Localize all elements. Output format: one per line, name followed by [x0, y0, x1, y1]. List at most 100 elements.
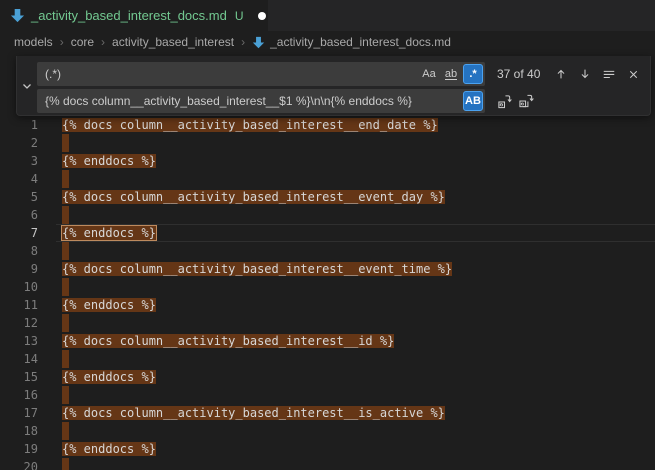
breadcrumb-separator-icon: ›	[101, 35, 105, 49]
find-match-highlight	[62, 206, 69, 224]
find-match-highlight: {% enddocs %}	[62, 370, 156, 384]
code-text[interactable]: {% docs column__activity_based_interest_…	[38, 260, 452, 278]
replace-button[interactable]	[493, 90, 515, 112]
code-text[interactable]	[38, 242, 69, 260]
code-text[interactable]	[38, 350, 69, 368]
code-line[interactable]: 2	[0, 134, 655, 152]
code-text[interactable]: {% enddocs %}	[38, 296, 156, 314]
find-match-highlight	[62, 458, 69, 470]
find-in-selection-button[interactable]	[598, 63, 620, 85]
find-match-highlight	[62, 386, 69, 404]
next-match-button[interactable]	[574, 63, 596, 85]
replace-icon	[497, 94, 512, 109]
arrow-down-icon	[578, 67, 592, 81]
code-line[interactable]: 18	[0, 422, 655, 440]
tab-filename: _activity_based_interest_docs.md	[31, 8, 227, 23]
toggle-replace-button[interactable]	[17, 56, 37, 115]
line-number: 12	[0, 314, 38, 332]
line-number: 2	[0, 134, 38, 152]
code-text[interactable]: {% docs column__activity_based_interest_…	[38, 404, 445, 422]
code-line[interactable]: 19{% enddocs %}	[0, 440, 655, 458]
breadcrumb-item-core[interactable]: core	[71, 35, 94, 49]
code-text[interactable]	[38, 386, 69, 404]
code-text[interactable]	[38, 206, 69, 224]
find-match-highlight: {% docs column__activity_based_interest_…	[62, 118, 438, 132]
find-match-highlight	[62, 314, 69, 332]
code-line[interactable]: 6	[0, 206, 655, 224]
breadcrumb-separator-icon: ›	[241, 35, 245, 49]
line-number: 10	[0, 278, 38, 296]
find-match-highlight	[62, 422, 69, 440]
find-match-highlight	[62, 278, 69, 296]
line-number: 7	[0, 224, 38, 242]
find-match-highlight: {% docs column__activity_based_interest_…	[62, 334, 394, 348]
whole-word-toggle[interactable]: ab	[441, 64, 461, 84]
line-number: 11	[0, 296, 38, 314]
tab-active-file[interactable]: _activity_based_interest_docs.md U	[0, 0, 268, 31]
match-case-icon: Aa	[422, 68, 435, 80]
code-text[interactable]	[38, 314, 69, 332]
code-line[interactable]: 13 {% docs column__activity_based_interes…	[0, 332, 655, 350]
code-line[interactable]: 7{% enddocs %}	[0, 224, 655, 242]
code-line[interactable]: 1{% docs column__activity_based_interest…	[0, 116, 655, 134]
code-line[interactable]: 17{% docs column__activity_based_interes…	[0, 404, 655, 422]
find-match-highlight: {% docs column__activity_based_interest_…	[62, 190, 445, 204]
code-text[interactable]: {% docs column__activity_based_interest_…	[38, 332, 394, 350]
find-input[interactable]	[37, 62, 485, 86]
code-text[interactable]	[38, 278, 69, 296]
line-number: 3	[0, 152, 38, 170]
git-status-badge: U	[235, 9, 244, 23]
find-match-highlight	[62, 242, 69, 260]
code-line[interactable]: 20	[0, 458, 655, 470]
previous-match-button[interactable]	[550, 63, 572, 85]
code-line[interactable]: 8	[0, 242, 655, 260]
code-line[interactable]: 3{% enddocs %}	[0, 152, 655, 170]
arrow-up-icon	[554, 67, 568, 81]
code-line[interactable]: 15{% enddocs %}	[0, 368, 655, 386]
code-line[interactable]: 4	[0, 170, 655, 188]
code-text[interactable]: {% docs column__activity_based_interest_…	[38, 116, 438, 134]
line-number: 8	[0, 242, 38, 260]
find-match-highlight: {% enddocs %}	[62, 298, 156, 312]
code-text[interactable]: {% enddocs %}	[38, 224, 156, 242]
find-match-highlight: {% docs column__activity_based_interest_…	[62, 406, 445, 420]
code-line[interactable]: 9{% docs column__activity_based_interest…	[0, 260, 655, 278]
replace-all-button[interactable]	[515, 90, 537, 112]
selection-lines-icon	[602, 67, 616, 81]
breadcrumb-item-file[interactable]: _activity_based_interest_docs.md	[270, 35, 451, 49]
code-line[interactable]: 14	[0, 350, 655, 368]
line-number: 13	[0, 332, 38, 350]
preserve-case-toggle[interactable]: AB	[463, 91, 483, 111]
code-line[interactable]: 12	[0, 314, 655, 332]
unsaved-changes-dot-icon[interactable]	[258, 12, 266, 20]
code-text[interactable]	[38, 134, 69, 152]
tab-bar: _activity_based_interest_docs.md U	[0, 0, 655, 31]
code-line[interactable]: 10	[0, 278, 655, 296]
match-case-toggle[interactable]: Aa	[419, 64, 439, 84]
regex-toggle[interactable]: .*	[463, 64, 483, 84]
code-text[interactable]: {% docs column__activity_based_interest_…	[38, 188, 445, 206]
whole-word-icon: ab	[445, 69, 457, 80]
code-line[interactable]: 5 {% docs column__activity_based_interest…	[0, 188, 655, 206]
line-number: 5	[0, 188, 38, 206]
code-text[interactable]: {% enddocs %}	[38, 368, 156, 386]
find-match-highlight	[62, 170, 69, 188]
code-line[interactable]: 11 {% enddocs %}	[0, 296, 655, 314]
close-find-widget-button[interactable]	[622, 63, 644, 85]
preserve-case-icon: AB	[465, 95, 481, 107]
code-text[interactable]	[38, 458, 69, 470]
replace-input[interactable]	[37, 89, 485, 113]
code-text[interactable]: {% enddocs %}	[38, 440, 156, 458]
code-text[interactable]: {% enddocs %}	[38, 152, 156, 170]
code-line[interactable]: 16	[0, 386, 655, 404]
markdown-file-icon	[252, 36, 265, 49]
find-match-highlight: {% enddocs %}	[62, 442, 156, 456]
close-icon	[627, 68, 640, 81]
breadcrumb-item-models[interactable]: models	[14, 35, 53, 49]
code-text[interactable]	[38, 170, 69, 188]
breadcrumb-item-folder[interactable]: activity_based_interest	[112, 35, 234, 49]
find-match-highlight	[62, 134, 69, 152]
line-number: 4	[0, 170, 38, 188]
code-text[interactable]	[38, 422, 69, 440]
code-lines: 1{% docs column__activity_based_interest…	[0, 116, 655, 470]
